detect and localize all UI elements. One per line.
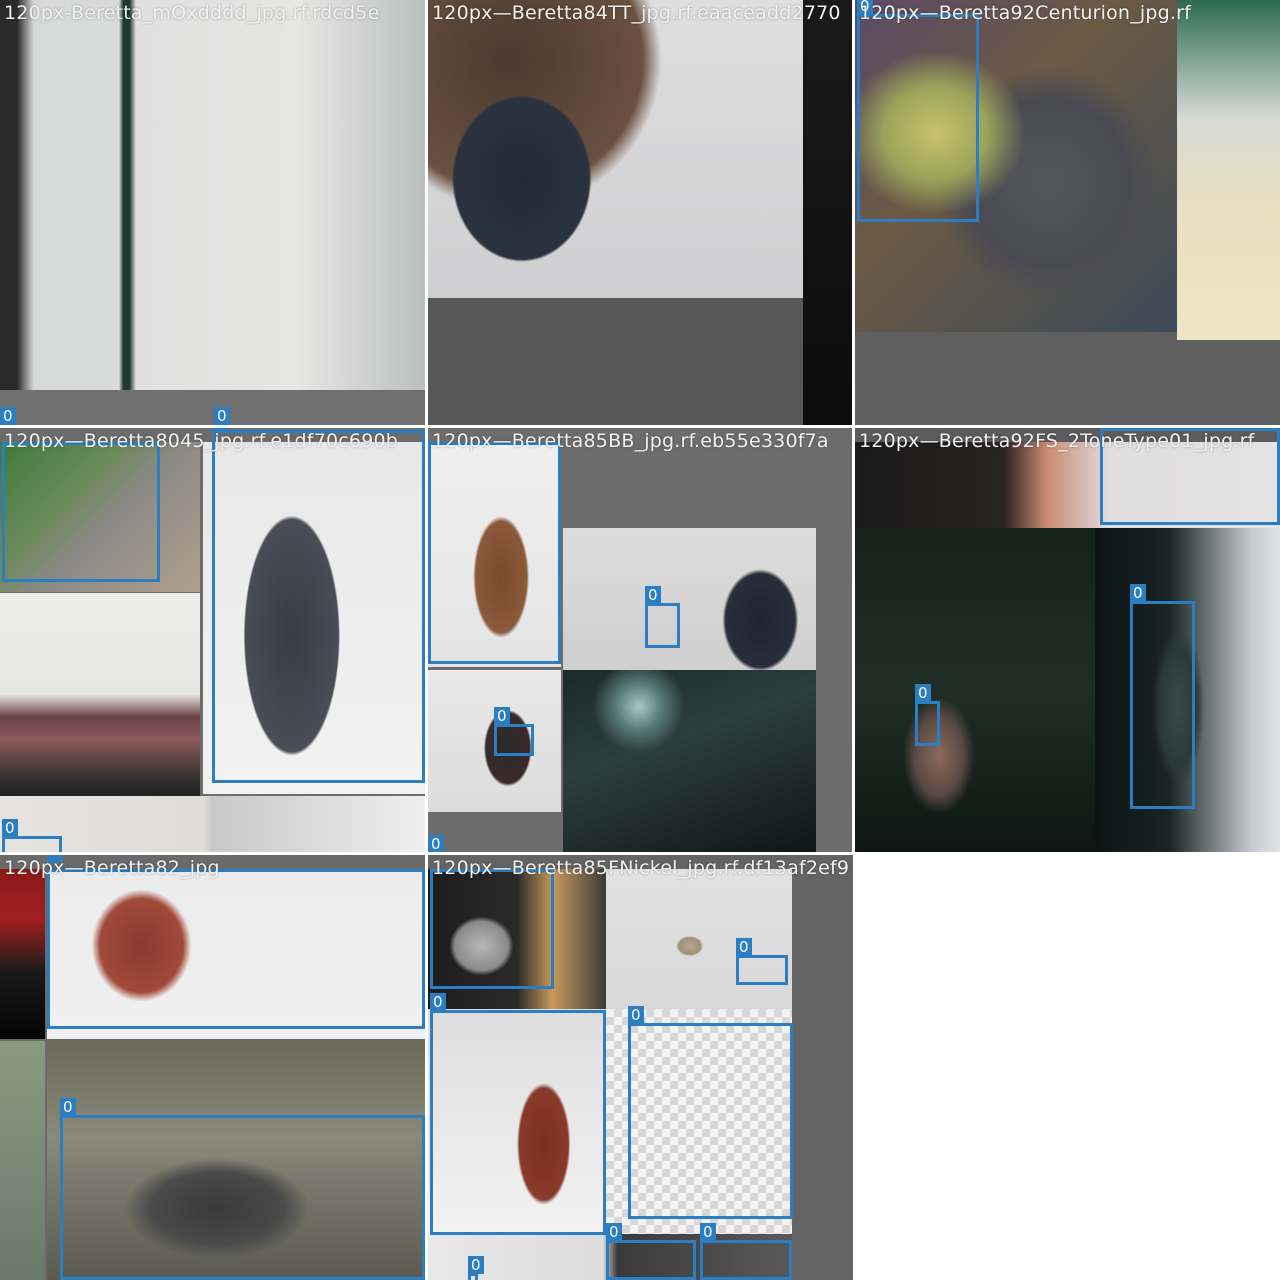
bounding-box: 0 [212, 428, 425, 783]
box-class-label: 0 [628, 1006, 644, 1024]
box-class-label: 0 [0, 407, 16, 425]
box-class-label: 0 [468, 1256, 484, 1274]
tile-title: 120px—Beretta92Centurion_jpg.rf [859, 2, 1191, 24]
box-class-label: 0 [645, 586, 661, 604]
box-class-label: 0 [430, 993, 446, 1011]
box-class-label: 0 [915, 684, 931, 702]
box-class-label: 0 [214, 407, 230, 425]
bounding-box [428, 442, 561, 664]
bounding-box: 0 [1130, 584, 1195, 809]
bounding-box: 0 [628, 1006, 793, 1219]
image-region [1177, 0, 1280, 340]
tile-title: 120px—Beretta85FNickel_jpg.rf.df13af2ef9 [432, 857, 850, 879]
tile-title: 120px-Beretta_mOxdddd_jpg.rf.rdcd5e [4, 2, 380, 24]
tile-title: 120px—Beretta84TT_jpg.rf.eaaceadd2770 [432, 2, 841, 24]
bounding-box [47, 869, 425, 1029]
bounding-box [430, 869, 554, 989]
image-region [792, 869, 853, 1280]
bounding-box: 0 [915, 684, 940, 746]
mosaic-tile: 120px—Beretta92FS_2ToneType01_jpg.rf000 [855, 428, 1280, 853]
image-region [563, 528, 816, 670]
image-region [0, 1041, 45, 1280]
image-region [606, 869, 792, 1009]
image-region [0, 869, 45, 1039]
bounding-box: 0 [857, 0, 979, 222]
grid-divider-h2 [0, 852, 1280, 855]
bounding-box: 0 [494, 707, 534, 756]
bounding-box: 0 [468, 1256, 484, 1280]
bounding-box: 0 [606, 1223, 696, 1280]
bounding-box: 0 [430, 993, 606, 1235]
tile-title: 120px—Beretta8045_jpg.rf.e1df70c690b [4, 430, 399, 452]
mosaic-tile: 120px—Beretta82_jpg00 [0, 855, 425, 1280]
grid-divider-h1 [0, 425, 1280, 428]
tile-title: 120px—Beretta92FS_2ToneType01_jpg.rf [859, 430, 1255, 452]
image-region [0, 593, 200, 818]
image-region [855, 528, 1095, 853]
box-class-label: 0 [428, 835, 444, 853]
mosaic-tile: 120px—Beretta85BB_jpg.rf.eb55e330f7a 0 0 0 [428, 428, 853, 853]
bounding-box: 0 [736, 938, 788, 985]
image-region [803, 0, 853, 425]
tile-title: 120px—Beretta82_jpg [4, 857, 220, 879]
bounding-box: 0 [645, 586, 680, 648]
mosaic-tile: 120px—Beretta84TT_jpg.rf.eaaceadd2770 [428, 0, 853, 425]
box-class-label: 0 [736, 938, 752, 956]
bounding-box: 0 [700, 1223, 792, 1280]
box-class-label: 0 [60, 1098, 76, 1116]
tile-title: 120px—Beretta85BB_jpg.rf.eb55e330f7a [432, 430, 829, 452]
box-class-label: 0 [700, 1223, 716, 1241]
box-class-label: 0 [494, 707, 510, 725]
bounding-box [2, 442, 160, 582]
mosaic-tile: 120px—Beretta8045_jpg.rf.e1df70c690b00 [0, 428, 425, 853]
bounding-box: 0 [2, 819, 62, 853]
mosaic-tile: 120px—Beretta92Centurion_jpg.rf 0 [855, 0, 1280, 425]
mosaic-grid: 120px—Beretta85FNickel_jpg.rf.df13af2ef9… [0, 0, 1280, 1280]
bounding-box: 0 [60, 1098, 425, 1280]
box-class-label: 0 [1130, 584, 1146, 602]
image-region [0, 796, 425, 853]
box-class-label: 0 [606, 1223, 622, 1241]
image-region [0, 0, 425, 390]
image-region [563, 670, 816, 853]
mosaic-tile: 120px-Beretta_mOxdddd_jpg.rf.rdcd5e 0 0 [0, 0, 425, 425]
image-region [428, 0, 803, 298]
mosaic-tile: 120px—Beretta85FNickel_jpg.rf.df13af2ef9… [428, 855, 853, 1280]
grid-divider-v1 [425, 0, 428, 1280]
box-class-label: 0 [2, 819, 18, 837]
